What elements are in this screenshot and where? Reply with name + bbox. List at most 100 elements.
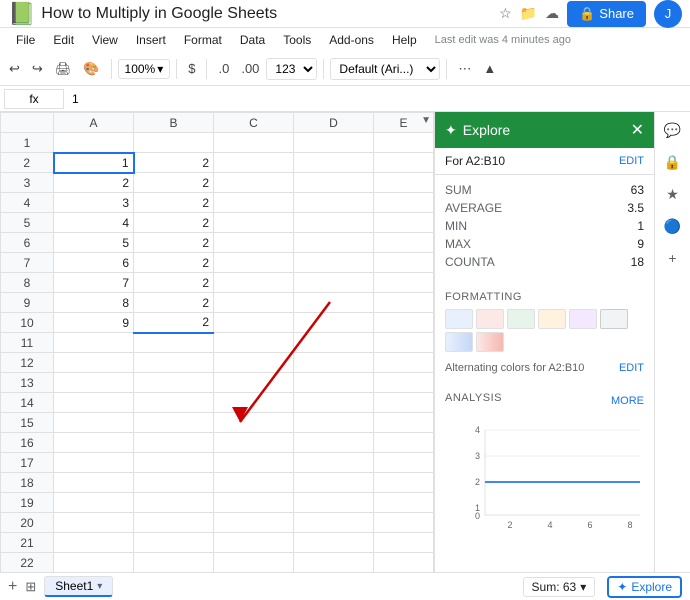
swatch-3[interactable] [507, 309, 535, 329]
cell-d2[interactable] [294, 153, 374, 173]
cell-e22[interactable] [374, 553, 434, 573]
cell-c11[interactable] [214, 333, 294, 353]
sheet1-tab[interactable]: Sheet1 ▾ [44, 576, 113, 597]
swatch-5[interactable] [569, 309, 597, 329]
cell-b2[interactable]: 2 [134, 153, 214, 173]
swatch-6[interactable] [600, 309, 628, 329]
cell-b4[interactable]: 2 [134, 193, 214, 213]
cell-e7[interactable] [374, 253, 434, 273]
cell-e18[interactable] [374, 473, 434, 493]
cell-b5[interactable]: 2 [134, 213, 214, 233]
cell-d9[interactable] [294, 293, 374, 313]
cell-c17[interactable] [214, 453, 294, 473]
menu-format[interactable]: Format [176, 31, 230, 49]
lock-icon[interactable]: 🔒 [659, 148, 687, 176]
explore-button[interactable]: ✦ Explore [607, 576, 682, 598]
cell-c20[interactable] [214, 513, 294, 533]
cell-a20[interactable] [54, 513, 134, 533]
cell-c21[interactable] [214, 533, 294, 553]
undo-button[interactable]: ↩ [4, 58, 25, 80]
swatch-4[interactable] [538, 309, 566, 329]
cell-d14[interactable] [294, 393, 374, 413]
cell-c12[interactable] [214, 353, 294, 373]
cell-e11[interactable] [374, 333, 434, 353]
cell-c16[interactable] [214, 433, 294, 453]
cell-e6[interactable] [374, 233, 434, 253]
cell-d15[interactable] [294, 413, 374, 433]
cell-c3[interactable] [214, 173, 294, 193]
cell-b15[interactable] [134, 413, 214, 433]
cell-a11[interactable] [54, 333, 134, 353]
circle-icon[interactable]: 🔵 [659, 212, 687, 240]
cell-b19[interactable] [134, 493, 214, 513]
col-header-d[interactable]: D [294, 113, 374, 133]
cell-d11[interactable] [294, 333, 374, 353]
analysis-more-button[interactable]: MORE [611, 395, 644, 407]
cell-c14[interactable] [214, 393, 294, 413]
cell-b16[interactable] [134, 433, 214, 453]
cell-b20[interactable] [134, 513, 214, 533]
swatch-1[interactable] [445, 309, 473, 329]
explore-edit-button[interactable]: EDIT [619, 155, 644, 167]
col-header-b[interactable]: B [134, 113, 214, 133]
cell-e16[interactable] [374, 433, 434, 453]
cell-b9[interactable]: 2 [134, 293, 214, 313]
cell-e14[interactable] [374, 393, 434, 413]
cell-d10[interactable] [294, 313, 374, 333]
sheets-list-button[interactable]: ⊞ [25, 579, 36, 595]
cell-a15[interactable] [54, 413, 134, 433]
collapse-button[interactable]: ▲ [478, 58, 501, 79]
cell-a17[interactable] [54, 453, 134, 473]
more-formats-button[interactable]: ⋯ [453, 58, 476, 80]
number-format-select[interactable]: 123 [266, 58, 317, 80]
cell-a12[interactable] [54, 353, 134, 373]
cell-c7[interactable] [214, 253, 294, 273]
paint-format-button[interactable]: 🎨 [78, 58, 104, 80]
cell-d17[interactable] [294, 453, 374, 473]
cell-a16[interactable] [54, 433, 134, 453]
menu-view[interactable]: View [84, 31, 126, 49]
cell-c18[interactable] [214, 473, 294, 493]
cell-b22[interactable] [134, 553, 214, 573]
cell-a3[interactable]: 2 [54, 173, 134, 193]
cell-c19[interactable] [214, 493, 294, 513]
cell-a4[interactable]: 3 [54, 193, 134, 213]
cell-reference[interactable]: fx [4, 89, 64, 109]
cell-c8[interactable] [214, 273, 294, 293]
redo-button[interactable]: ↪ [27, 58, 48, 80]
cell-a2[interactable]: 1 [54, 153, 134, 173]
menu-edit[interactable]: Edit [45, 31, 82, 49]
cell-d3[interactable] [294, 173, 374, 193]
cell-d7[interactable] [294, 253, 374, 273]
cell-c9[interactable] [214, 293, 294, 313]
cell-a6[interactable]: 5 [54, 233, 134, 253]
cell-d6[interactable] [294, 233, 374, 253]
cell-c4[interactable] [214, 193, 294, 213]
menu-data[interactable]: Data [232, 31, 273, 49]
cell-e4[interactable] [374, 193, 434, 213]
cell-e5[interactable] [374, 213, 434, 233]
cell-b7[interactable]: 2 [134, 253, 214, 273]
cell-d5[interactable] [294, 213, 374, 233]
cell-b14[interactable] [134, 393, 214, 413]
cell-d22[interactable] [294, 553, 374, 573]
cell-a8[interactable]: 7 [54, 273, 134, 293]
cell-e13[interactable] [374, 373, 434, 393]
cell-b17[interactable] [134, 453, 214, 473]
swatch-8[interactable] [476, 332, 504, 352]
comments-icon[interactable]: 💬 [659, 116, 687, 144]
cell-e9[interactable] [374, 293, 434, 313]
cell-e20[interactable] [374, 513, 434, 533]
decimal-decrease-button[interactable]: .0 [213, 58, 234, 79]
cell-b6[interactable]: 2 [134, 233, 214, 253]
cell-d16[interactable] [294, 433, 374, 453]
decimal-increase-button[interactable]: .00 [236, 58, 264, 79]
cell-c13[interactable] [214, 373, 294, 393]
zoom-selector[interactable]: 100% ▾ [118, 59, 171, 79]
alternating-edit-button[interactable]: EDIT [619, 362, 644, 374]
cell-a9[interactable]: 8 [54, 293, 134, 313]
menu-tools[interactable]: Tools [275, 31, 319, 49]
cell-e12[interactable] [374, 353, 434, 373]
cell-c2[interactable] [214, 153, 294, 173]
cell-a18[interactable] [54, 473, 134, 493]
